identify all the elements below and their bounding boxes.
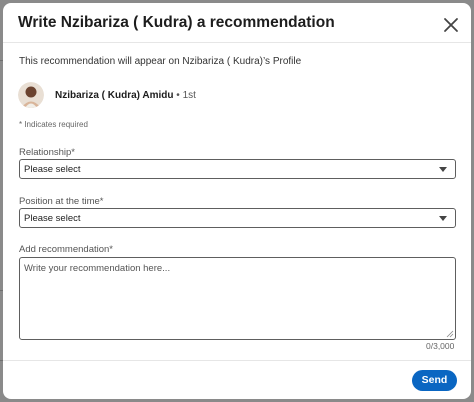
- close-icon: [444, 18, 458, 32]
- close-button[interactable]: [439, 13, 463, 37]
- chevron-down-icon: [439, 216, 447, 221]
- person-name-text: Nzibariza ( Kudra) Amidu: [55, 90, 174, 101]
- position-select[interactable]: Please select: [19, 208, 456, 228]
- connection-degree: • 1st: [173, 90, 196, 101]
- dialog-footer: Send: [3, 360, 471, 399]
- character-count: 0/3,000: [426, 341, 455, 351]
- relationship-select[interactable]: Please select: [19, 159, 456, 179]
- recommendation-dialog: Write Nzibariza ( Kudra) a recommendatio…: [3, 3, 471, 399]
- position-value: Please select: [24, 213, 81, 224]
- position-label: Position at the time*: [19, 196, 104, 207]
- chevron-down-icon: [439, 167, 447, 172]
- recommendation-label: Add recommendation*: [19, 244, 113, 255]
- send-button[interactable]: Send: [412, 370, 457, 391]
- dialog-header: Write Nzibariza ( Kudra) a recommendatio…: [3, 3, 471, 43]
- recommendation-placeholder: Write your recommendation here...: [24, 263, 171, 274]
- profile-notice: This recommendation will appear on Nziba…: [19, 56, 302, 67]
- person-name: Nzibariza ( Kudra) Amidu • 1st: [55, 90, 196, 101]
- recommendation-textarea[interactable]: Write your recommendation here...: [19, 257, 456, 340]
- required-note: * Indicates required: [19, 120, 88, 129]
- dialog-title: Write Nzibariza ( Kudra) a recommendatio…: [18, 14, 335, 31]
- avatar: [18, 82, 44, 108]
- relationship-value: Please select: [24, 164, 81, 175]
- resize-grip-icon[interactable]: [446, 330, 454, 338]
- dialog-body: This recommendation will appear on Nziba…: [3, 44, 471, 360]
- relationship-label: Relationship*: [19, 147, 75, 158]
